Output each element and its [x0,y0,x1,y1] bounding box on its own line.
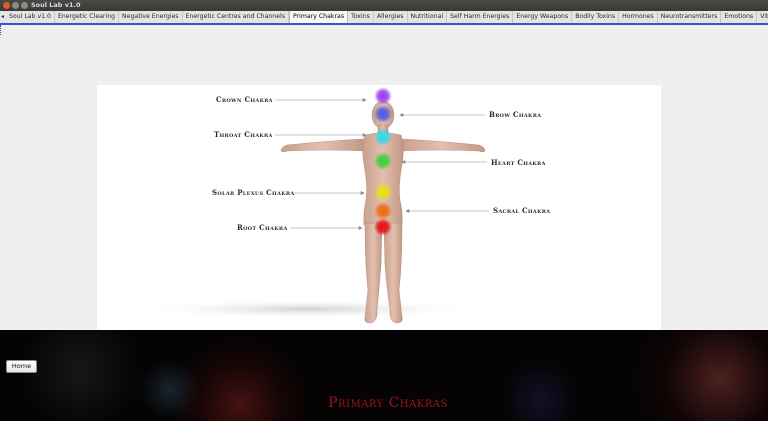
chakra-body-illustration [127,87,489,324]
floor-shadow [127,299,487,319]
heart-chakra-glow [374,152,392,170]
tab-energetic-clearing[interactable]: Energetic Clearing [55,11,120,23]
maximize-window-button[interactable] [21,2,28,9]
minimize-window-button[interactable] [12,2,19,9]
tab-nutritional[interactable]: Nutritional [408,11,448,23]
crown-chakra-label: Crown Chakra [216,95,273,104]
solar-plexus-chakra-glow [374,183,392,201]
tab-energy-weapons[interactable]: Energy Weapons [513,11,573,23]
tab-toxins[interactable]: Toxins [348,11,374,23]
tabs-container: Soul Lab v1.0 Energetic Clearing Negative … [6,11,768,23]
tab-bodily-toxins[interactable]: Bodily Toxins [572,11,620,23]
crown-chakra-glow [374,87,392,105]
page-title: Primary Chakras [328,395,448,411]
tab-soul-lab-v1-0[interactable]: Soul Lab v1.0 [6,11,55,23]
close-window-button[interactable] [3,2,10,9]
sacral-chakra-glow [374,202,392,220]
tab-vitamins-minerals[interactable]: Vitamins, Minerals [757,11,768,23]
tab-scroll-left-icon[interactable]: ◂ [1,11,4,23]
brow-chakra-glow [374,105,392,123]
focus-indicator [0,25,3,35]
home-button[interactable]: Home [6,360,37,373]
tab-emotions[interactable]: Emotions [721,11,758,23]
sacral-chakra-label: Sacral Chakra [493,206,551,215]
tab-bar: ◂ Soul Lab v1.0 Energetic Clearing Negativ… [0,11,768,25]
throat-chakra-label: Throat Chakra [214,130,273,139]
heart-chakra-label: Heart Chakra [491,158,546,167]
solar-plexus-chakra-label: Solar Plexus Chakra [212,188,295,197]
root-chakra-glow [374,218,392,236]
tab-neurotransmitters[interactable]: Neurotransmitters [658,11,722,23]
tab-self-harm-energies[interactable]: Self Harm Energies [447,11,514,23]
bottom-banner: Home Primary Chakras [0,330,768,421]
tab-allergies[interactable]: Allergies [374,11,408,23]
throat-chakra-glow [374,128,392,146]
brow-chakra-label: Brow Chakra [489,110,542,119]
title-bar: Soul Lab v1.0 [0,0,768,11]
window-title: Soul Lab v1.0 [31,1,81,9]
tab-primary-chakras[interactable]: Primary Chakras [288,11,349,23]
tab-energetic-centres-and-channels[interactable]: Energetic Centres and Channels [183,11,289,23]
tab-hormones[interactable]: Hormones [619,11,658,23]
chakra-figure-panel: Crown Chakra Brow Chakra Throat Chakra H… [97,85,661,330]
root-chakra-label: Root Chakra [237,223,288,232]
tab-negative-energies[interactable]: Negative Energies [119,11,183,23]
